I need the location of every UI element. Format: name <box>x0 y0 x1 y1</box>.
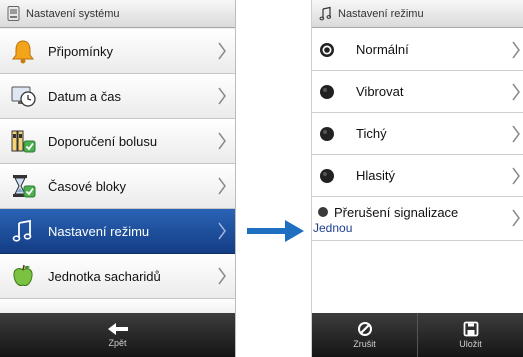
chevron-right-icon <box>218 177 226 195</box>
option-label: Tichý <box>356 126 387 141</box>
chevron-right-icon <box>512 83 520 101</box>
signal-pause-value: Jednou <box>313 221 353 235</box>
mode-settings-screen: Nastavení režimu Normální Vibrovat Tichý… <box>311 0 523 357</box>
chevron-right-icon <box>218 132 226 150</box>
chevron-right-icon <box>512 125 520 143</box>
title-bar: Nastavení systému <box>0 0 235 28</box>
chevron-right-icon <box>512 167 520 185</box>
back-button[interactable]: Zpět <box>0 313 235 357</box>
menu-item-carb-unit[interactable]: Jednotka sacharidů <box>0 254 235 299</box>
page-title: Nastavení režimu <box>338 7 424 20</box>
cancel-label: Zrušit <box>353 339 376 349</box>
cancel-icon <box>357 322 372 336</box>
chevron-right-icon <box>512 209 520 227</box>
clock-monitor-icon <box>11 86 36 107</box>
hourglass-icon <box>13 175 36 198</box>
menu-item-label: Datum a čas <box>48 88 121 104</box>
option-silent[interactable]: Tichý <box>312 113 523 155</box>
menu-item-date-time[interactable]: Datum a čas <box>0 74 235 119</box>
option-loud[interactable]: Hlasitý <box>312 155 523 197</box>
bottom-bar: Zrušit Uložit <box>312 313 523 357</box>
bell-icon <box>12 40 34 64</box>
system-settings-screen: Nastavení systému Připomínky Datum a čas <box>0 0 236 357</box>
chevron-right-icon <box>218 87 226 105</box>
music-note-icon <box>319 6 332 21</box>
save-button[interactable]: Uložit <box>417 313 523 357</box>
option-label: Hlasitý <box>356 168 396 183</box>
transition-arrow-icon <box>247 220 304 242</box>
menu-item-label: Jednotka sacharidů <box>48 268 161 284</box>
option-label: Přerušení signalizace <box>334 204 459 220</box>
option-vibrate[interactable]: Vibrovat <box>312 71 523 113</box>
menu-item-label: Časové bloky <box>48 178 127 194</box>
option-label: Vibrovat <box>356 84 404 99</box>
cancel-button[interactable]: Zrušit <box>312 313 417 357</box>
bullet-icon <box>318 207 328 217</box>
radio-unselected-icon <box>320 84 334 99</box>
option-normal[interactable]: Normální <box>312 29 523 71</box>
bottom-bar: Zpět <box>0 313 235 357</box>
title-bar: Nastavení režimu <box>312 0 523 28</box>
radio-unselected-icon <box>320 126 334 141</box>
arrow-left-icon <box>107 323 128 335</box>
settings-device-icon <box>7 6 20 21</box>
chevron-right-icon <box>512 41 520 59</box>
apple-icon <box>13 264 33 286</box>
mode-options-list: Normální Vibrovat Tichý Hlasitý Přerušen… <box>312 29 523 241</box>
music-note-icon <box>12 219 32 242</box>
back-label: Zpět <box>108 338 127 348</box>
menu-item-label: Nastavení režimu <box>48 223 150 239</box>
radio-selected-icon <box>320 42 334 57</box>
save-icon <box>463 321 478 337</box>
save-label: Uložit <box>459 339 482 349</box>
chevron-right-icon <box>218 222 226 240</box>
option-label: Normální <box>356 42 409 57</box>
page-title: Nastavení systému <box>26 7 120 20</box>
chevron-right-icon <box>218 267 226 285</box>
bolus-advice-icon <box>11 130 36 153</box>
menu-item-bolus-advice[interactable]: Doporučení bolusu <box>0 119 235 164</box>
menu-item-mode-settings[interactable]: Nastavení režimu <box>0 209 235 254</box>
chevron-right-icon <box>218 42 226 60</box>
option-signal-pause[interactable]: Přerušení signalizace Jednou <box>312 197 523 241</box>
menu-item-time-blocks[interactable]: Časové bloky <box>0 164 235 209</box>
menu-item-reminders[interactable]: Připomínky <box>0 29 235 74</box>
radio-unselected-icon <box>320 168 334 183</box>
menu-item-label: Připomínky <box>48 43 114 59</box>
signal-pause-header: Přerušení signalizace <box>312 197 523 221</box>
menu-item-label: Doporučení bolusu <box>48 133 158 149</box>
settings-list: Připomínky Datum a čas Doporučení bolusu… <box>0 29 235 319</box>
